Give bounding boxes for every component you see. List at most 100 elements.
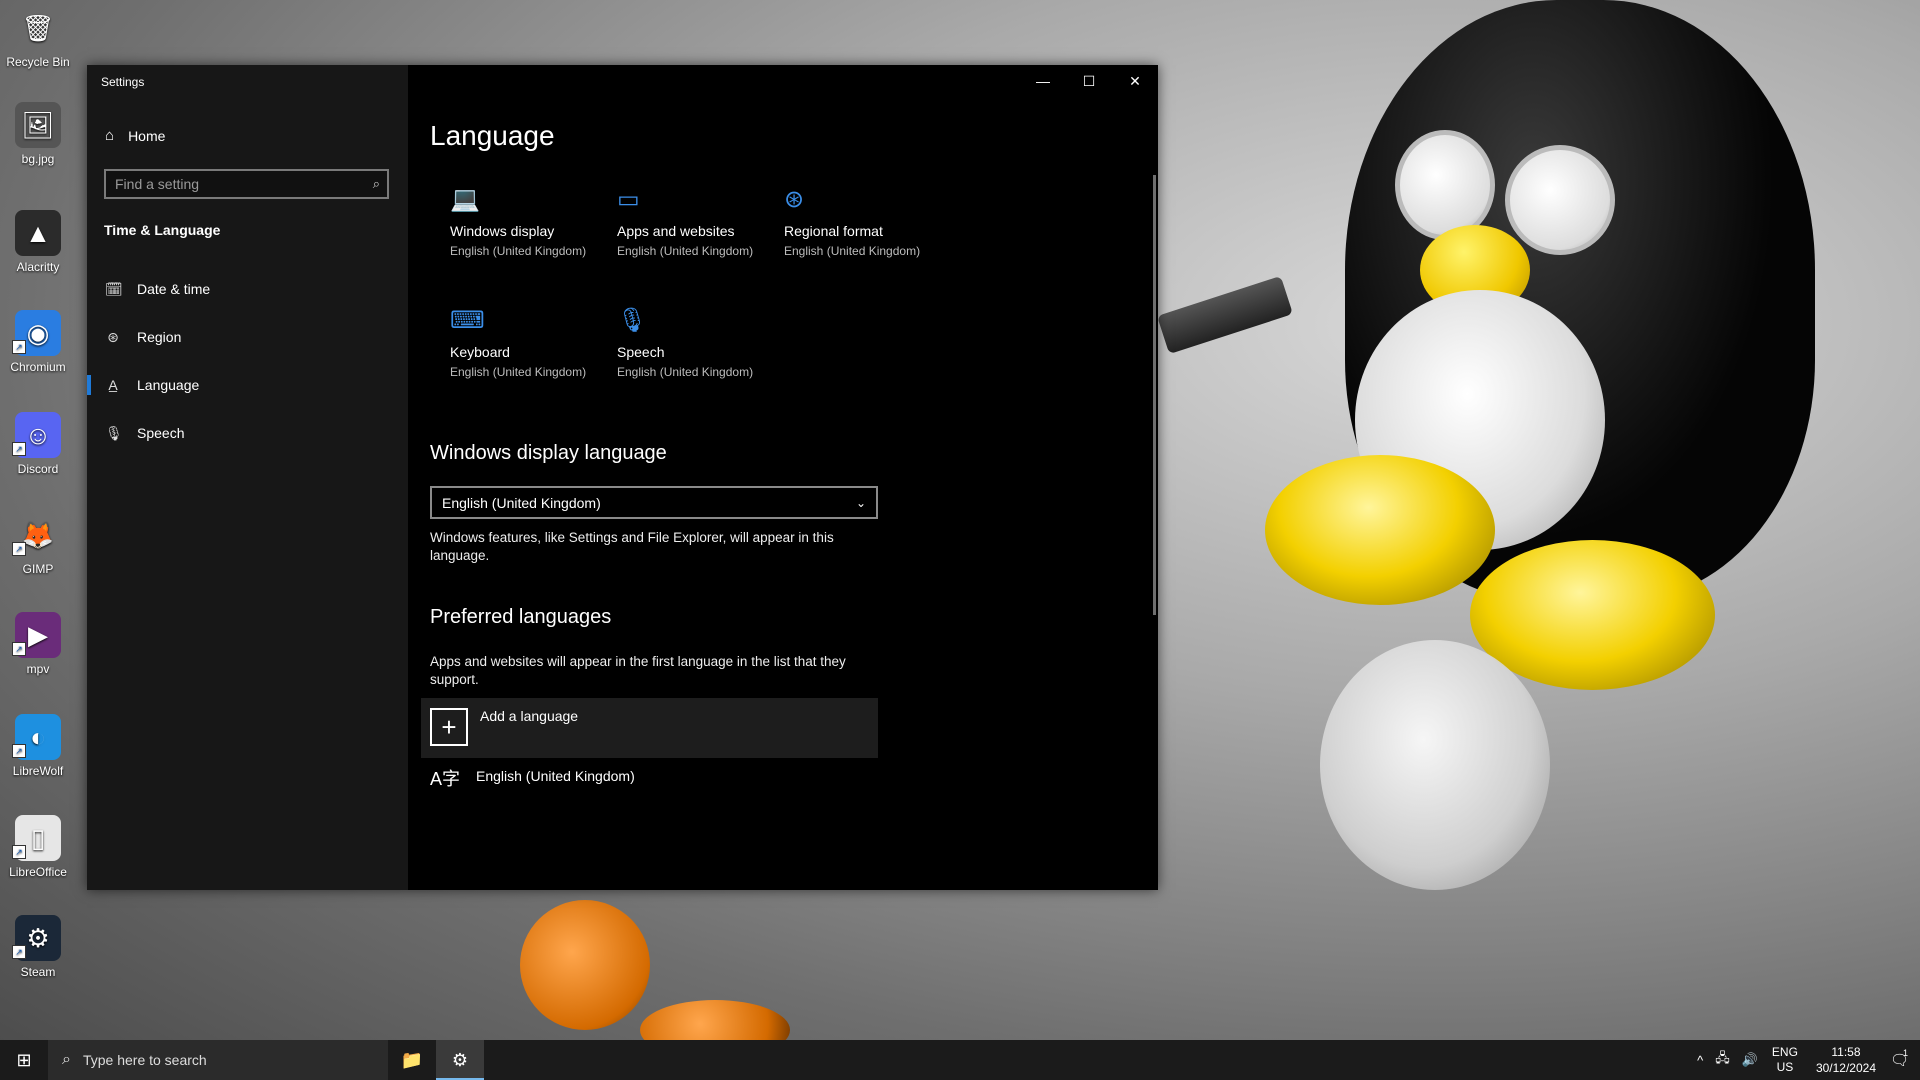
clock-date: 30/12/2024: [1815, 1061, 1876, 1075]
settings-content: — ☐ ✕ Language 💻 Windows display English (…: [408, 65, 1158, 890]
clock-time: 11:58: [1831, 1045, 1861, 1059]
preferred-languages-description: Apps and websites will appear in the fir…: [430, 654, 846, 687]
recycle-bin-icon: 🗑: [21, 12, 55, 43]
action-center-button[interactable]: 🗨 1: [1890, 1048, 1920, 1069]
sidebar-item-label: Region: [137, 329, 182, 345]
clock[interactable]: 11:58 30/12/2024: [1816, 1044, 1876, 1076]
desktop-icon-label: bg.jpg: [21, 152, 55, 166]
desktop-icon-label: Chromium: [10, 360, 66, 374]
input-language-code: ENG: [1771, 1045, 1798, 1059]
shortcut-arrow-icon: ↗: [12, 642, 26, 656]
desktop-icon-chromium[interactable]: ◉ ↗ Chromium: [0, 310, 76, 374]
tile-name: Windows display: [450, 223, 555, 239]
microphone-icon: 🎙: [105, 424, 123, 441]
close-button[interactable]: ✕: [1112, 65, 1158, 97]
sidebar-item-label: Date & time: [137, 281, 211, 297]
section-heading: Time & Language: [104, 222, 221, 238]
sidebar-item-speech[interactable]: 🎙 Speech: [87, 411, 408, 455]
chevron-up-icon[interactable]: ^: [1697, 1053, 1703, 1068]
windows-logo-icon: ⊞: [16, 1049, 32, 1070]
globe-icon: ⊛: [107, 328, 119, 345]
network-icon[interactable]: 🖧: [1715, 1049, 1730, 1071]
scrollbar[interactable]: [1153, 175, 1156, 615]
desktop-icon-libreoffice[interactable]: ▯ ↗ LibreOffice: [0, 815, 76, 879]
desktop-icon-label: Discord: [17, 462, 59, 476]
tile-name: Regional format: [784, 223, 883, 239]
shortcut-arrow-icon: ↗: [12, 744, 26, 758]
desktop-icon-steam[interactable]: ⚙ ↗ Steam: [0, 915, 76, 979]
shortcut-arrow-icon: ↗: [12, 945, 26, 959]
bg-jpg-icon: 🖼: [15, 102, 61, 148]
wallpaper-penguin-foot: [1265, 455, 1495, 605]
language-icon: A字: [430, 769, 461, 789]
taskbar-search[interactable]: ⌕ Type here to search: [48, 1040, 388, 1080]
sidebar-item-language[interactable]: A̲ Language: [87, 363, 408, 407]
tile-apps-and-websites[interactable]: ▭ Apps and websites English (United Kingdo…: [617, 185, 777, 258]
tile-subtitle: English (United Kingdom): [784, 244, 921, 258]
wallpaper-reflection: [1320, 640, 1550, 890]
tile-regional-format[interactable]: ⊛ Regional format English (United Kingdom): [784, 185, 944, 258]
gear-icon: ⚙: [451, 1049, 469, 1070]
sidebar-item-region[interactable]: ⊛ Region: [87, 315, 408, 359]
desktop-icon-label: GIMP: [22, 562, 54, 576]
shortcut-arrow-icon: ↗: [12, 845, 26, 859]
wallpaper-revolver: [1157, 275, 1293, 355]
settings-search: ⌕: [104, 169, 389, 199]
input-language-indicator[interactable]: ENG US: [1772, 1045, 1798, 1075]
start-button[interactable]: ⊞: [0, 1040, 48, 1080]
keyboard-icon: ⌨: [450, 307, 485, 334]
desktop-icon-alacritty[interactable]: ▲ Alacritty: [0, 210, 76, 274]
desktop-icon-recycle-bin[interactable]: 🗑 Recycle Bin: [0, 5, 76, 70]
desktop-icon-discord[interactable]: ☺ ↗ Discord: [0, 412, 76, 476]
taskbar-file-explorer[interactable]: 📁: [388, 1040, 436, 1080]
tile-name: Speech: [617, 344, 665, 360]
language-icon: A̲: [108, 377, 118, 393]
desktop-icon-label: Alacritty: [16, 260, 60, 274]
search-icon[interactable]: ⌕: [373, 176, 380, 192]
taskbar: ⊞ ⌕ Type here to search 📁 ⚙ ^ 🖧 🔊 ENG US…: [0, 1040, 1920, 1080]
wallpaper-orange-bird: [520, 900, 650, 1030]
desktop-icon-gimp[interactable]: 🦊 ↗ GIMP: [0, 512, 76, 576]
display-language-select[interactable]: English (United Kingdom) ⌄: [430, 486, 878, 519]
taskbar-settings[interactable]: ⚙: [436, 1040, 484, 1080]
tile-name: Apps and websites: [617, 223, 735, 239]
plus-icon: +: [430, 708, 468, 746]
language-name: English (United Kingdom): [476, 768, 635, 784]
shortcut-arrow-icon: ↗: [12, 340, 26, 354]
shortcut-arrow-icon: ↗: [12, 542, 26, 556]
maximize-button[interactable]: ☐: [1066, 65, 1112, 97]
browser-window-icon: ▭: [617, 186, 640, 213]
add-language-label: Add a language: [480, 708, 579, 724]
minimize-button[interactable]: —: [1020, 65, 1066, 97]
tile-subtitle: English (United Kingdom): [617, 244, 754, 258]
add-language-button[interactable]: + Add a language: [421, 698, 878, 758]
laptop-icon: 💻: [450, 186, 480, 213]
wallpaper-penguin-eye: [1505, 145, 1615, 255]
tile-name: Keyboard: [450, 344, 510, 360]
home-nav[interactable]: ⌂ Home: [105, 127, 165, 144]
window-title: Settings: [101, 75, 145, 89]
clock-icon: 🗓: [105, 280, 123, 297]
language-list-item[interactable]: A字 English (United Kingdom): [430, 765, 635, 791]
desktop-icon-bg-jpg[interactable]: 🖼 bg.jpg: [0, 102, 76, 166]
preferred-languages-heading: Preferred languages: [430, 606, 612, 628]
display-language-value: English (United Kingdom): [442, 494, 601, 511]
desktop-icon-librewolf[interactable]: ◐ ↗ LibreWolf: [0, 714, 76, 778]
tile-windows-display[interactable]: 💻 Windows display English (United Kingdom): [450, 185, 610, 258]
sidebar-item-label: Language: [137, 377, 200, 393]
system-tray: ^ 🖧 🔊 ENG US 11:58 30/12/2024 🗨 1: [1691, 1040, 1920, 1080]
desktop-icon-mpv[interactable]: ▶ ↗ mpv: [0, 612, 76, 676]
volume-icon[interactable]: 🔊: [1742, 1052, 1758, 1068]
tile-subtitle: English (United Kingdom): [450, 365, 587, 379]
regional-globe-icon: ⊛: [784, 186, 805, 213]
page-title: Language: [430, 120, 555, 151]
input-layout-code: US: [1776, 1060, 1794, 1074]
tile-keyboard[interactable]: ⌨ Keyboard English (United Kingdom): [450, 306, 610, 379]
display-language-description: Windows features, like Settings and File…: [430, 530, 834, 563]
folder-icon: 📁: [400, 1049, 424, 1070]
tile-speech[interactable]: 🎙 Speech English (United Kingdom): [617, 306, 777, 379]
home-icon: ⌂: [105, 127, 115, 144]
search-input[interactable]: [106, 175, 357, 193]
sidebar-item-date-time[interactable]: 🗓 Date & time: [87, 267, 408, 311]
microphone-icon: 🎙: [617, 307, 648, 334]
